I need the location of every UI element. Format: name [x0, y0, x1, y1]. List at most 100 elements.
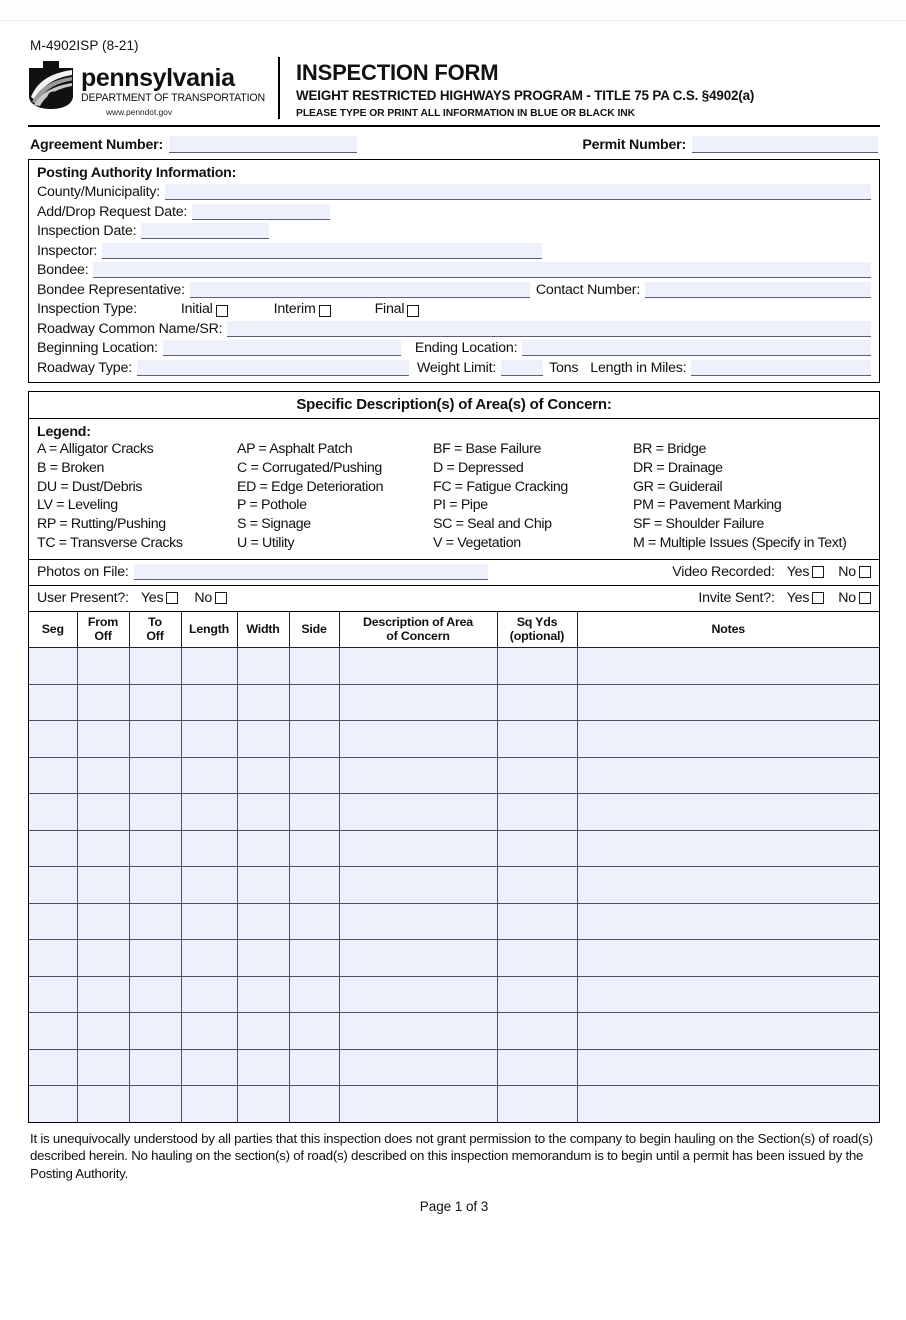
table-cell[interactable] — [288, 1012, 340, 1050]
inspector-input[interactable] — [102, 242, 543, 259]
table-cell[interactable] — [496, 866, 578, 904]
table-cell[interactable] — [496, 1085, 578, 1122]
type-interim-checkbox[interactable] — [318, 305, 331, 318]
table-cell[interactable] — [338, 975, 498, 1014]
table-cell[interactable] — [128, 1085, 182, 1122]
table-cell[interactable] — [236, 683, 290, 722]
table-cell[interactable] — [128, 1012, 182, 1050]
table-cell[interactable] — [128, 902, 182, 941]
table-cell[interactable] — [29, 1085, 78, 1122]
table-cell[interactable] — [76, 939, 130, 977]
table-cell[interactable] — [576, 756, 879, 795]
contact-number-input[interactable] — [645, 281, 871, 298]
table-cell[interactable] — [76, 975, 130, 1014]
table-cell[interactable] — [128, 683, 182, 722]
table-cell[interactable] — [338, 1012, 498, 1050]
table-cell[interactable] — [180, 683, 238, 722]
table-cell[interactable] — [338, 756, 498, 795]
table-cell[interactable] — [29, 756, 78, 795]
table-cell[interactable] — [576, 829, 879, 868]
table-cell[interactable] — [236, 902, 290, 941]
table-cell[interactable] — [576, 975, 879, 1014]
table-cell[interactable] — [29, 866, 78, 904]
table-cell[interactable] — [338, 793, 498, 831]
video-no-checkbox[interactable] — [859, 566, 871, 578]
table-cell[interactable] — [128, 647, 182, 685]
table-cell[interactable] — [576, 866, 879, 904]
table-cell[interactable] — [496, 829, 578, 868]
table-cell[interactable] — [288, 829, 340, 868]
table-cell[interactable] — [338, 683, 498, 722]
table-cell[interactable] — [180, 829, 238, 868]
table-cell[interactable] — [76, 866, 130, 904]
table-cell[interactable] — [576, 683, 879, 722]
weight-limit-input[interactable] — [501, 359, 544, 376]
table-cell[interactable] — [576, 1085, 879, 1122]
user-present-no-checkbox[interactable] — [215, 592, 228, 604]
table-cell[interactable] — [338, 720, 498, 758]
table-cell[interactable] — [236, 793, 290, 831]
inspection-date-input[interactable] — [141, 223, 270, 240]
table-cell[interactable] — [496, 975, 578, 1014]
photos-input[interactable] — [133, 564, 488, 580]
table-cell[interactable] — [496, 793, 578, 831]
type-final-checkbox[interactable] — [407, 305, 420, 318]
table-cell[interactable] — [76, 720, 130, 758]
agreement-number-input[interactable] — [168, 135, 357, 153]
table-cell[interactable] — [236, 647, 290, 685]
table-cell[interactable] — [180, 1085, 238, 1122]
table-cell[interactable] — [496, 902, 578, 941]
roadway-name-input[interactable] — [227, 320, 871, 337]
table-cell[interactable] — [338, 902, 498, 941]
table-cell[interactable] — [128, 829, 182, 868]
ending-location-input[interactable] — [522, 340, 871, 357]
table-cell[interactable] — [496, 683, 578, 722]
table-cell[interactable] — [29, 829, 78, 868]
table-cell[interactable] — [76, 902, 130, 941]
table-cell[interactable] — [29, 902, 78, 941]
table-cell[interactable] — [76, 793, 130, 831]
table-cell[interactable] — [496, 939, 578, 977]
table-cell[interactable] — [288, 1048, 340, 1087]
table-cell[interactable] — [496, 720, 578, 758]
table-cell[interactable] — [496, 1048, 578, 1087]
table-cell[interactable] — [180, 647, 238, 685]
table-cell[interactable] — [236, 756, 290, 795]
table-cell[interactable] — [338, 939, 498, 977]
table-cell[interactable] — [338, 866, 498, 904]
table-cell[interactable] — [236, 866, 290, 904]
county-input[interactable] — [164, 184, 871, 201]
user-present-yes-checkbox[interactable] — [166, 592, 179, 604]
table-cell[interactable] — [29, 1012, 78, 1050]
invite-sent-yes-checkbox[interactable] — [812, 592, 825, 604]
table-cell[interactable] — [288, 720, 340, 758]
beginning-location-input[interactable] — [162, 340, 401, 357]
table-cell[interactable] — [29, 647, 78, 685]
table-cell[interactable] — [236, 939, 290, 977]
table-cell[interactable] — [76, 756, 130, 795]
table-cell[interactable] — [576, 902, 879, 941]
table-cell[interactable] — [576, 1012, 879, 1050]
table-cell[interactable] — [576, 647, 879, 685]
table-cell[interactable] — [29, 793, 78, 831]
table-cell[interactable] — [288, 939, 340, 977]
table-cell[interactable] — [338, 647, 498, 685]
table-cell[interactable] — [288, 1085, 340, 1122]
table-cell[interactable] — [288, 902, 340, 941]
table-cell[interactable] — [29, 683, 78, 722]
table-cell[interactable] — [496, 756, 578, 795]
table-cell[interactable] — [128, 975, 182, 1014]
table-cell[interactable] — [128, 939, 182, 977]
table-cell[interactable] — [576, 793, 879, 831]
table-cell[interactable] — [76, 1085, 130, 1122]
table-cell[interactable] — [576, 939, 879, 977]
video-yes-checkbox[interactable] — [812, 566, 825, 578]
bondee-rep-input[interactable] — [189, 281, 530, 298]
table-cell[interactable] — [338, 1085, 498, 1122]
table-cell[interactable] — [128, 1048, 182, 1087]
table-cell[interactable] — [288, 866, 340, 904]
table-cell[interactable] — [236, 720, 290, 758]
table-cell[interactable] — [338, 829, 498, 868]
table-cell[interactable] — [76, 1012, 130, 1050]
length-miles-input[interactable] — [691, 359, 871, 376]
